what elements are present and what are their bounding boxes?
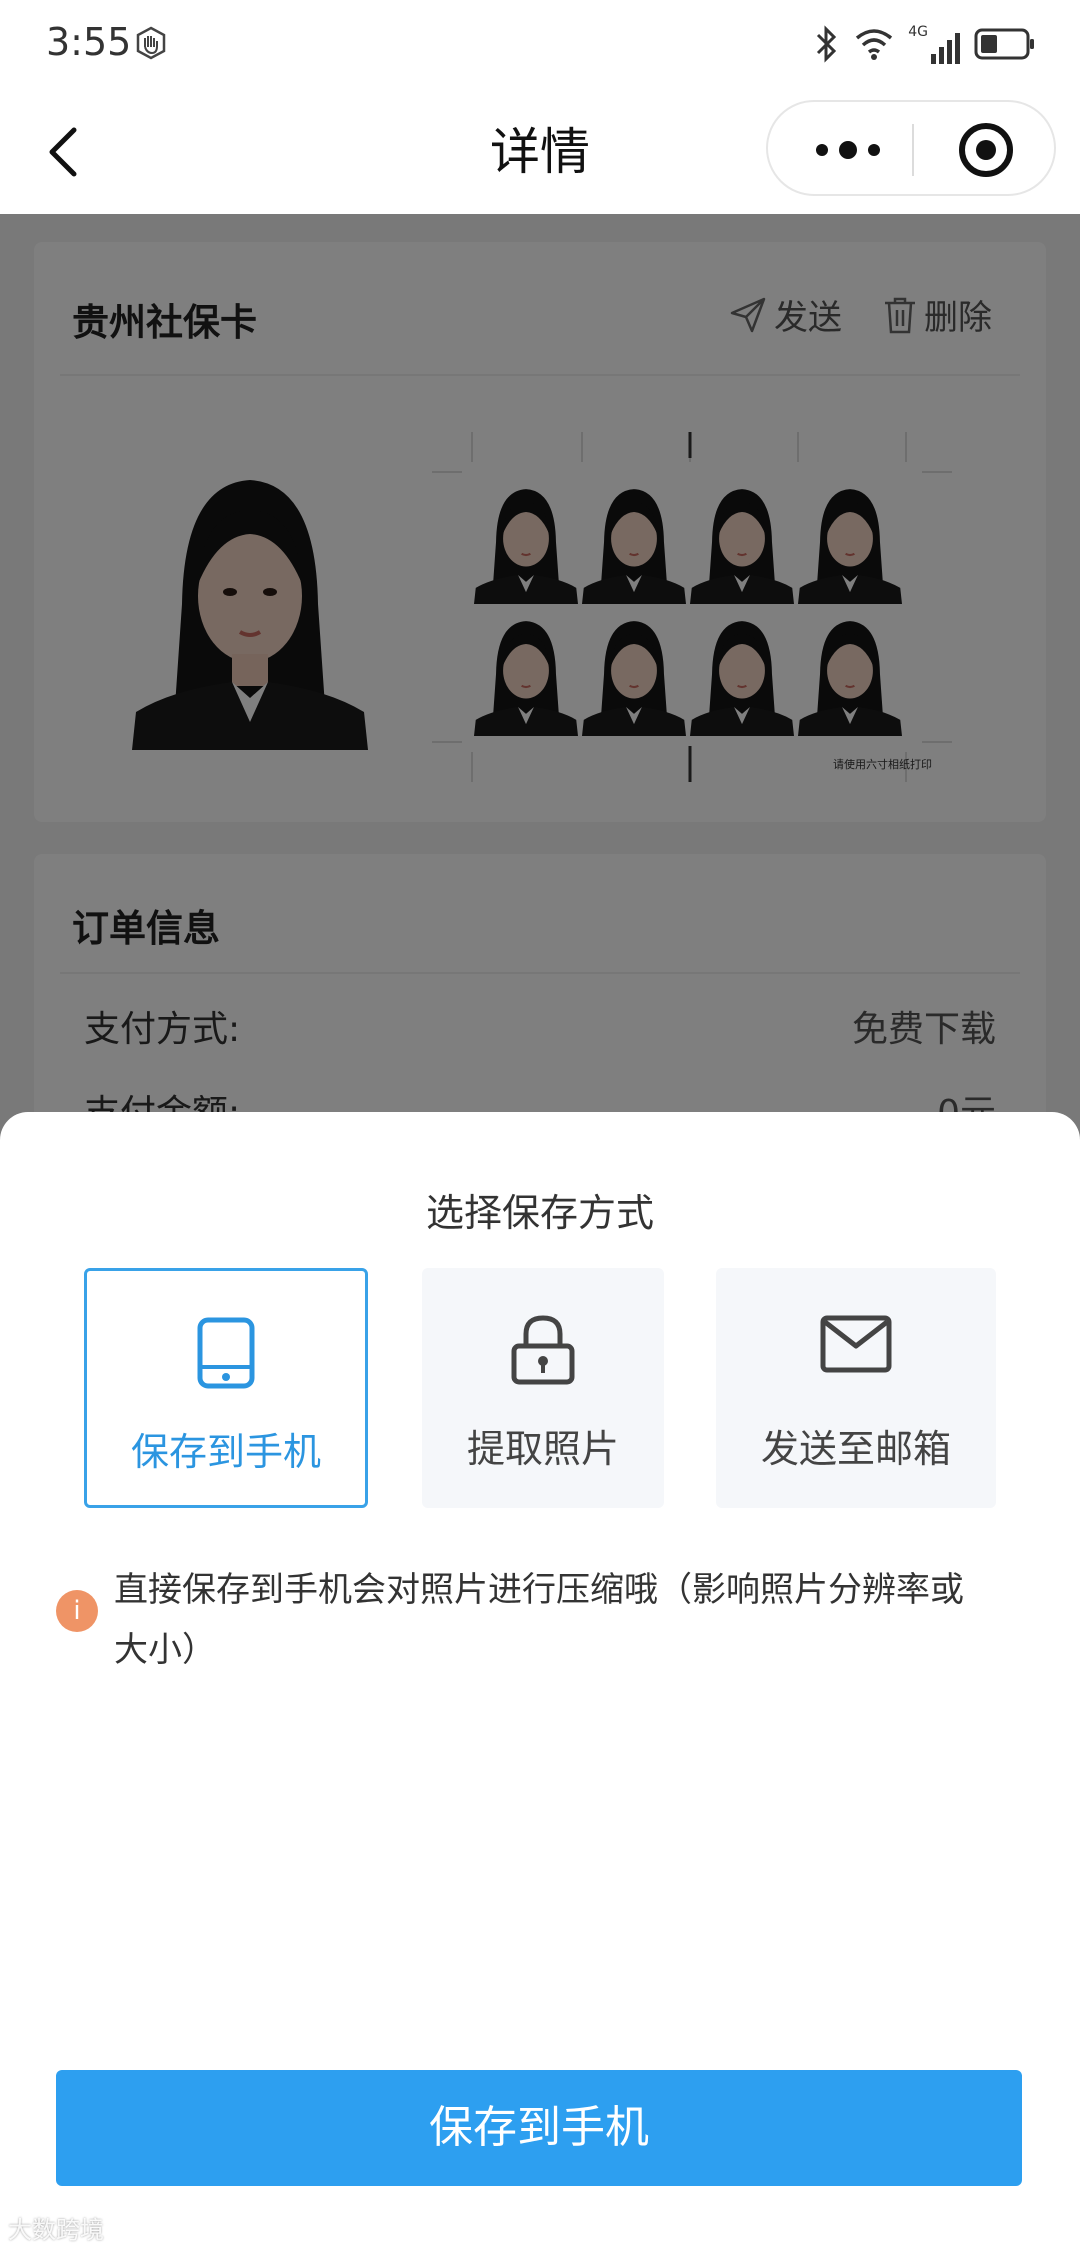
- option-label: 发送至邮箱: [760, 1427, 951, 1471]
- close-target-icon[interactable]: [958, 122, 1014, 178]
- status-bar: 3:55 4G: [0, 0, 1080, 90]
- compression-tip: 直接保存到手机会对照片进行压缩哦（影响照片分辨率或大小）: [114, 1570, 964, 1670]
- option-send-to-email[interactable]: 发送至邮箱: [716, 1268, 996, 1508]
- option-save-to-phone[interactable]: 保存到手机: [84, 1268, 368, 1508]
- bluetooth-icon: [817, 25, 837, 63]
- phone-icon: [197, 1317, 255, 1389]
- mini-program-capsule: [766, 100, 1056, 196]
- option-label: 保存到手机: [130, 1430, 321, 1474]
- watermark-logo: 大数跨境: [8, 2216, 104, 2244]
- hand-notification-icon: [136, 26, 166, 60]
- more-dots-icon[interactable]: [808, 128, 888, 172]
- mail-icon: [820, 1315, 892, 1373]
- nav-bar: 详情: [0, 90, 1080, 214]
- capsule-divider: [912, 124, 914, 176]
- status-time: 3:55: [46, 20, 132, 64]
- save-to-phone-button[interactable]: 保存到手机: [56, 2070, 1022, 2186]
- battery-icon: [974, 28, 1034, 60]
- cellular-signal-icon: 4G: [908, 24, 960, 64]
- save-method-sheet: 选择保存方式 保存到手机 提取照片 发送至邮箱 i 直接保存到手机会对照片进行压…: [0, 1112, 1080, 2244]
- option-label: 提取照片: [466, 1427, 619, 1471]
- info-icon: i: [56, 1590, 98, 1632]
- network-type-label: 4G: [908, 24, 928, 40]
- lock-icon: [511, 1315, 575, 1385]
- wifi-icon: [856, 29, 893, 60]
- option-extract-photo[interactable]: 提取照片: [422, 1268, 664, 1508]
- sheet-title: 选择保存方式: [425, 1191, 654, 1235]
